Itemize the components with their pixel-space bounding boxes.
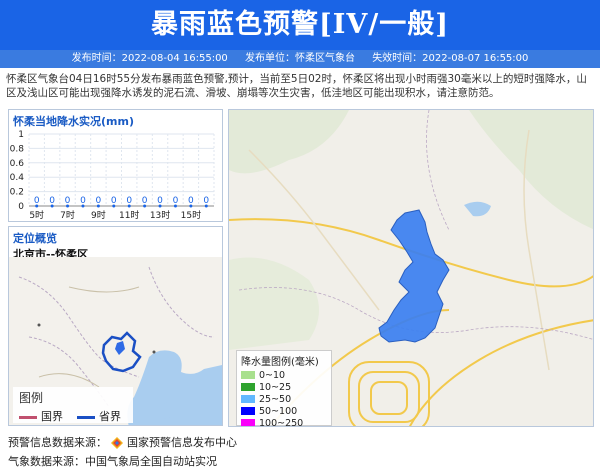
- y-tick-label: 0.4: [10, 173, 25, 183]
- footer-weather-source: 气象数据来源：中国气象局全国自动站实况: [8, 455, 217, 468]
- footer-warning-source: 预警信息数据来源： 国家预警信息发布中心: [8, 434, 237, 450]
- legend-label: 25~50: [259, 393, 292, 405]
- location-legend: 图例 国界 省界: [13, 387, 133, 423]
- warning-meta-bar: 发布时间：2022-08-04 16:55:00 发布单位：怀柔区气象台 失效时…: [0, 50, 600, 68]
- location-overview-title: 定位概览: [13, 232, 57, 245]
- data-value-label: 0: [65, 196, 71, 206]
- x-tick-label: 9时: [91, 209, 106, 220]
- legend-swatch: [241, 419, 255, 426]
- y-tick-label: 0: [18, 202, 24, 212]
- data-value-label: 0: [34, 196, 40, 206]
- y-tick-label: 0.8: [10, 144, 25, 154]
- legend-row-100-250: 100~250: [241, 417, 327, 427]
- rainfall-chart: 10.80.60.40.200 0 0 0 0 0 0 0 0 0 0 05时 7时 9时 11时 13时 15…: [10, 130, 215, 220]
- legend-national-border: 国界: [19, 408, 63, 424]
- data-value-label: 0: [126, 196, 132, 206]
- rainfall-legend: 降水量图例(毫米) 0~10 10~25 25~50 50~100 100~25…: [236, 350, 332, 426]
- legend-swatch: [241, 407, 255, 415]
- publisher: 发布单位：怀柔区气象台: [245, 53, 355, 64]
- legend-label: 0~10: [259, 369, 286, 381]
- y-tick-label: 0.6: [10, 159, 25, 169]
- national-border-swatch: [19, 415, 37, 419]
- x-tick-label: 11时: [119, 209, 139, 220]
- data-value-label: 0: [49, 196, 55, 206]
- legend-swatch: [241, 395, 255, 403]
- legend-row-25-50: 25~50: [241, 393, 327, 405]
- footer-warning-source-label: 预警信息数据来源：: [8, 436, 107, 449]
- x-tick-label: 13时: [150, 209, 170, 220]
- legend-row-50-100: 50~100: [241, 405, 327, 417]
- warning-description: 怀柔区气象台04日16时55分发布暴雨蓝色预警,预计，当前至5日02时，怀柔区将…: [6, 73, 587, 99]
- warning-banner: 暴雨蓝色预警[IV/一般]: [0, 0, 600, 50]
- data-value-label: 0: [188, 196, 194, 206]
- x-tick-label: 5时: [29, 209, 44, 220]
- warning-center-logo-icon: [111, 437, 123, 449]
- warning-title: 暴雨蓝色预警[IV/一般]: [151, 9, 449, 40]
- legend-label: 10~25: [259, 381, 292, 393]
- legend-row-0-10: 0~10: [241, 369, 327, 381]
- national-border-label: 国界: [41, 410, 63, 423]
- data-value-label: 0: [157, 196, 163, 206]
- province-border-swatch: [77, 415, 95, 419]
- legend-row-10-25: 10~25: [241, 381, 327, 393]
- data-value-label: 0: [96, 196, 102, 206]
- data-value-label: 0: [142, 196, 148, 206]
- y-tick-label: 1: [18, 130, 24, 140]
- expire-time: 失效时间：2022-08-07 16:55:00: [372, 53, 529, 64]
- rainfall-map[interactable]: 降水量图例(毫米) 0~10 10~25 25~50 50~100 100~25…: [228, 109, 594, 427]
- y-tick-label: 0.2: [10, 188, 24, 198]
- rainfall-legend-title: 降水量图例(毫米): [241, 357, 319, 368]
- data-value-label: 0: [111, 196, 117, 206]
- rainfall-chart-panel: 怀柔当地降水实况(mm) 1 0.8 0.6 0.4 0.2 0 0 0 0 0 0 0 0 0 0 0 0 0 5…: [8, 109, 223, 222]
- province-border-label: 省界: [99, 410, 121, 423]
- legend-swatch: [241, 371, 255, 379]
- location-legend-title: 图例: [19, 391, 44, 405]
- publish-time: 发布时间：2022-08-04 16:55:00: [71, 53, 228, 64]
- legend-label: 50~100: [259, 405, 298, 417]
- legend-swatch: [241, 383, 255, 391]
- x-tick-label: 7时: [60, 209, 75, 220]
- x-tick-label: 15时: [181, 209, 201, 220]
- legend-label: 100~250: [259, 417, 304, 427]
- data-value-label: 0: [80, 196, 86, 206]
- legend-province-border: 省界: [77, 408, 121, 424]
- data-value-label: 0: [173, 196, 179, 206]
- footer-warning-source-name[interactable]: 国家预警信息发布中心: [127, 436, 237, 449]
- location-overview-panel: 定位概览 北京市--怀柔区 图例 国界 省界: [8, 226, 223, 426]
- data-value-label: 0: [203, 196, 209, 206]
